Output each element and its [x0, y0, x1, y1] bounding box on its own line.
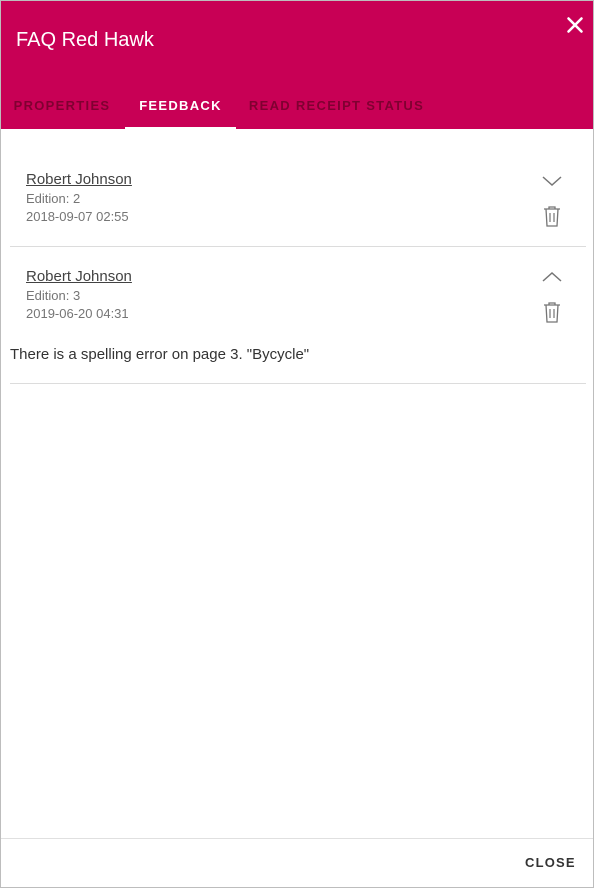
feedback-comment: There is a spelling error on page 3. "By…	[10, 346, 310, 363]
divider	[10, 383, 586, 384]
dialog-title: FAQ Red Hawk	[16, 29, 154, 51]
feedback-date: 2018-09-07 02:55	[26, 209, 129, 224]
feedback-edition: Edition: 2	[26, 191, 81, 206]
tab-bar: PROPERTIES FEEDBACK READ RECEIPT STATUS	[1, 89, 593, 129]
feedback-author-link[interactable]: Robert Johnson	[26, 268, 132, 286]
dialog-header: FAQ Red Hawk PROPERTIES FEEDBACK READ RE…	[1, 1, 593, 129]
tab-feedback[interactable]: FEEDBACK	[125, 89, 236, 129]
tab-read-receipt-status[interactable]: READ RECEIPT STATUS	[240, 89, 433, 129]
chevron-up-icon[interactable]	[541, 270, 563, 284]
close-button[interactable]: CLOSE	[517, 851, 584, 874]
close-icon[interactable]	[563, 13, 587, 37]
chevron-down-icon[interactable]	[541, 174, 563, 188]
feedback-author-link[interactable]: Robert Johnson	[26, 171, 132, 189]
tab-properties[interactable]: PROPERTIES	[1, 89, 123, 129]
feedback-dialog: FAQ Red Hawk PROPERTIES FEEDBACK READ RE…	[0, 0, 594, 888]
delete-icon[interactable]	[542, 205, 562, 227]
dialog-footer: CLOSE	[1, 838, 593, 887]
active-tab-indicator	[125, 127, 236, 129]
divider	[10, 246, 586, 247]
feedback-edition: Edition: 3	[26, 288, 81, 303]
feedback-date: 2019-06-20 04:31	[26, 306, 129, 321]
delete-icon[interactable]	[542, 301, 562, 323]
